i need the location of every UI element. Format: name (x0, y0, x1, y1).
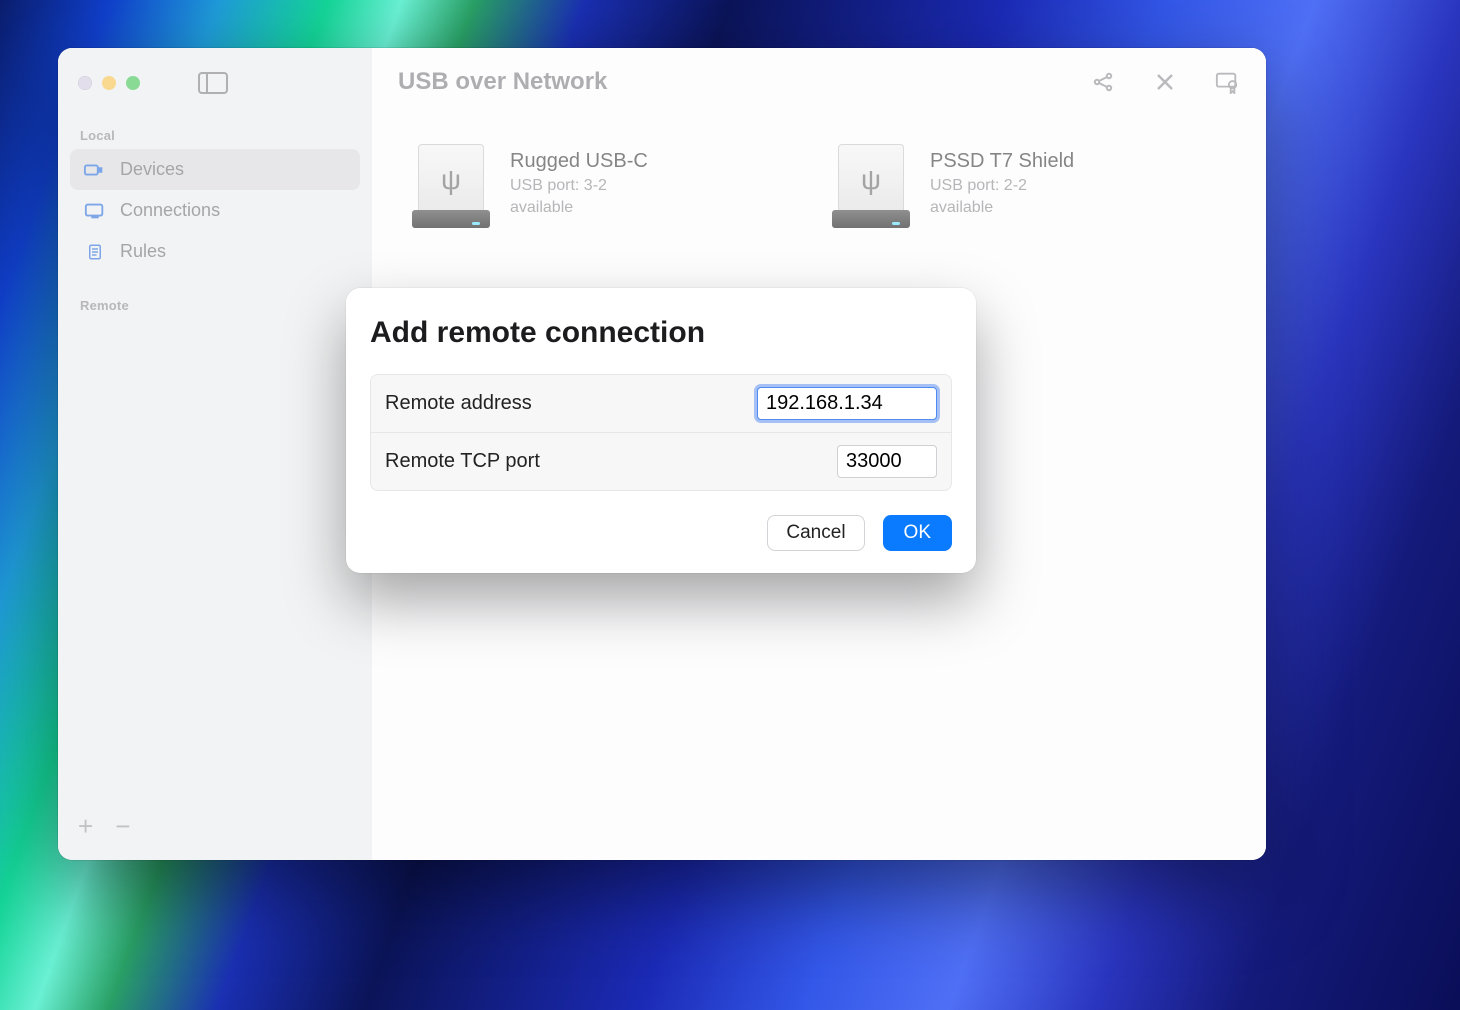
sidebar-item-label: Devices (120, 159, 184, 180)
fullscreen-window-button[interactable] (126, 76, 140, 90)
device-name: Rugged USB-C (510, 150, 648, 173)
device-card[interactable]: ψ Rugged USB-C USB port: 3-2 available (412, 144, 792, 234)
device-port: USB port: 2-2 (930, 177, 1074, 195)
sidebar-item-connections[interactable]: Connections (70, 190, 360, 231)
remote-address-input[interactable] (757, 387, 937, 420)
device-name: PSSD T7 Shield (930, 150, 1074, 173)
usb-drive-icon: ψ (832, 144, 910, 234)
sidebar-item-devices[interactable]: Devices (70, 149, 360, 190)
toggle-sidebar-icon[interactable] (198, 72, 228, 94)
remote-address-row: Remote address (371, 375, 951, 432)
ok-button[interactable]: OK (883, 515, 952, 551)
window-controls (70, 66, 360, 120)
share-icon[interactable] (1090, 69, 1116, 95)
device-status: available (510, 199, 648, 217)
device-card[interactable]: ψ PSSD T7 Shield USB port: 2-2 available (832, 144, 1212, 234)
license-icon[interactable] (1214, 69, 1240, 95)
close-window-button[interactable] (78, 76, 92, 90)
dialog-title: Add remote connection (370, 316, 952, 350)
close-icon[interactable] (1152, 69, 1178, 95)
connections-icon (84, 202, 106, 220)
device-grid: ψ Rugged USB-C USB port: 3-2 available ψ… (372, 116, 1266, 262)
page-title: USB over Network (398, 68, 607, 96)
sidebar-item-label: Connections (120, 200, 220, 221)
device-status: available (930, 199, 1074, 217)
dialog-buttons: Cancel OK (370, 515, 952, 551)
cancel-button[interactable]: Cancel (767, 515, 864, 551)
add-button[interactable]: + (78, 811, 93, 842)
remove-button[interactable]: − (115, 811, 130, 842)
remote-port-row: Remote TCP port (371, 432, 951, 490)
devices-icon (84, 161, 106, 179)
sidebar-footer: + − (70, 805, 360, 848)
titlebar: USB over Network (372, 48, 1266, 116)
sidebar: Local Devices Connections Rules Remote +… (58, 48, 372, 860)
dialog-form: Remote address Remote TCP port (370, 374, 952, 491)
minimize-window-button[interactable] (102, 76, 116, 90)
sidebar-item-rules[interactable]: Rules (70, 231, 360, 272)
sidebar-section-remote: Remote (70, 290, 360, 319)
remote-port-input[interactable] (837, 445, 937, 478)
usb-drive-icon: ψ (412, 144, 490, 234)
sidebar-section-local: Local (70, 120, 360, 149)
add-remote-connection-dialog: Add remote connection Remote address Rem… (346, 288, 976, 573)
sidebar-item-label: Rules (120, 241, 166, 262)
rules-icon (84, 243, 106, 261)
remote-port-label: Remote TCP port (385, 450, 540, 473)
remote-address-label: Remote address (385, 392, 532, 415)
device-port: USB port: 3-2 (510, 177, 648, 195)
